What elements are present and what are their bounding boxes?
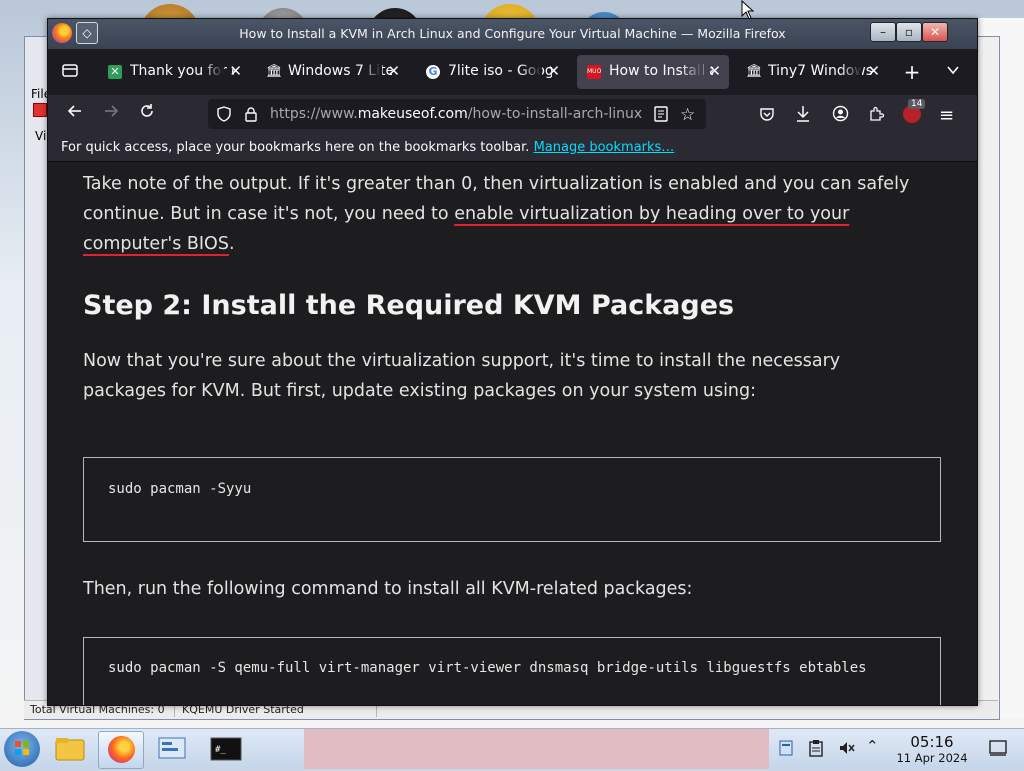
firefox-window: ◇ How to Install a KVM in Arch Linux and…	[47, 18, 978, 706]
close-window-button[interactable]: ✕	[922, 22, 948, 42]
archive-icon: 🏛	[746, 64, 763, 79]
taskbar-file-explorer[interactable]	[48, 731, 92, 767]
downloads-icon[interactable]	[795, 105, 811, 127]
manage-bookmarks-link[interactable]: Manage bookmarks…	[534, 140, 675, 155]
intro-paragraph: Take note of the output. If it's greater…	[83, 169, 923, 259]
url-text[interactable]: https://www.makeuseof.com/how-to-install…	[270, 106, 642, 122]
close-tab-icon[interactable]: ✕	[708, 62, 721, 80]
svg-text:#_: #_	[215, 745, 226, 755]
taskbar-control-panel[interactable]	[150, 731, 194, 767]
archive-icon: 🏛	[266, 64, 283, 79]
tab-strip: ✕ Thank you for d ✕ 🏛 Windows 7 Lite ✕ G…	[48, 49, 977, 95]
minimize-button[interactable]: –	[870, 22, 896, 42]
reload-icon	[141, 104, 153, 117]
clock-date: 11 Apr 2024	[896, 751, 968, 765]
tab-fade	[202, 61, 224, 83]
tab-thank-you[interactable]: ✕ Thank you for d ✕	[98, 55, 250, 89]
back-button[interactable]	[63, 103, 87, 125]
control-panel-icon	[158, 737, 186, 759]
reload-button[interactable]	[135, 103, 159, 125]
tab-7lite-iso[interactable]: G 7lite iso - Goog ✕	[416, 55, 568, 89]
background-stop-icon[interactable]	[33, 103, 47, 117]
windows-logo-icon	[15, 741, 29, 755]
taskbar-empty-area	[304, 729, 769, 769]
pocket-icon[interactable]	[759, 106, 775, 126]
hamburger-menu-icon[interactable]: ≡	[939, 105, 954, 126]
forward-button[interactable]	[99, 103, 123, 125]
url-domain: makeuseof.com	[357, 106, 468, 122]
bookmark-star-icon[interactable]: ☆	[680, 105, 695, 125]
code-line[interactable]: sudo pacman -S qemu-full virt-manager vi…	[108, 660, 867, 676]
paragraph-update: Now that you're sure about the virtualiz…	[83, 351, 841, 401]
chevron-down-icon	[947, 66, 959, 75]
background-side-label: Vi	[35, 129, 47, 143]
title-bar[interactable]: ◇ How to Install a KVM in Arch Linux and…	[48, 19, 977, 49]
folder-icon	[55, 738, 85, 761]
taskbar: #_ ⌃ 05:16 11 Apr 2024	[0, 728, 1024, 769]
code-line[interactable]: sudo pacman -Syyu	[108, 481, 251, 497]
url-path: /how-to-install-arch-linux	[467, 106, 642, 122]
start-button[interactable]	[4, 731, 40, 767]
terminal-icon: #_	[210, 737, 242, 761]
code-block-install[interactable]: sudo pacman -S qemu-full virt-manager vi…	[83, 637, 941, 705]
url-bar[interactable]: https://www.makeuseof.com/how-to-install…	[208, 99, 706, 129]
bookmarks-toolbar: For quick access, place your bookmarks h…	[48, 133, 977, 162]
chevron-up-icon[interactable]: ⌃	[866, 737, 879, 755]
code-block-update[interactable]: sudo pacman -Syyu	[83, 457, 941, 542]
muo-icon: MUO	[587, 65, 601, 79]
notifications-icon[interactable]	[988, 738, 1008, 762]
reader-view-icon[interactable]	[654, 106, 668, 126]
tracking-protection-icon[interactable]	[216, 106, 232, 126]
firefox-taskbar-icon	[108, 736, 135, 763]
forward-arrow-icon	[105, 105, 119, 117]
google-icon: G	[426, 65, 440, 79]
new-tab-button[interactable]: +	[900, 61, 924, 83]
tab-windows-7-lite[interactable]: 🏛 Windows 7 Lite ✕	[256, 55, 408, 89]
close-tab-icon[interactable]: ✕	[867, 62, 880, 80]
bookmarks-hint-text: For quick access, place your bookmarks h…	[61, 140, 530, 155]
extensions-icon[interactable]	[868, 105, 885, 126]
bookmarks-hint: For quick access, place your bookmarks h…	[61, 140, 674, 155]
paragraph-install: Then, run the following command to insta…	[83, 579, 693, 599]
tab-fade	[681, 61, 703, 83]
volume-muted-icon[interactable]	[838, 739, 856, 761]
back-arrow-icon	[67, 105, 81, 117]
account-icon[interactable]	[832, 105, 849, 126]
tray-clipboard-icon[interactable]	[808, 739, 824, 761]
tab-fade	[840, 61, 862, 83]
firefox-view-button[interactable]	[58, 61, 82, 83]
list-all-tabs-button[interactable]	[941, 61, 965, 83]
page-content: Take note of the output. If it's greater…	[48, 162, 977, 705]
close-tab-icon[interactable]: ✕	[387, 62, 400, 80]
tab-fade	[360, 61, 382, 83]
tab-tiny7-windows[interactable]: 🏛 Tiny7 Windows ✕	[736, 55, 888, 89]
lock-icon[interactable]	[244, 106, 258, 126]
intro-end: .	[228, 234, 235, 254]
mouse-cursor	[741, 0, 755, 24]
window-title: How to Install a KVM in Arch Linux and C…	[239, 26, 786, 41]
maximize-button[interactable]: ▫	[896, 22, 922, 42]
close-tab-icon[interactable]: ✕	[547, 62, 560, 80]
section-heading: Step 2: Install the Required KVM Package…	[83, 290, 735, 321]
navigation-bar: https://www.makeuseof.com/how-to-install…	[48, 95, 977, 133]
tab-how-to-install[interactable]: MUO How to Install a ✕	[577, 55, 729, 89]
clock-time: 05:16	[910, 733, 954, 751]
url-prefix: https://www.	[270, 106, 358, 122]
firefox-view-icon	[62, 64, 78, 77]
tab-fade	[520, 61, 542, 83]
green-x-icon: ✕	[108, 65, 122, 79]
close-tab-icon[interactable]: ✕	[229, 62, 242, 80]
tray-vm-icon[interactable]	[778, 739, 794, 761]
extension-badge: 14	[908, 99, 926, 109]
taskbar-clock[interactable]: 05:16 11 Apr 2024	[888, 733, 976, 765]
taskbar-firefox[interactable]	[98, 731, 144, 769]
taskbar-terminal[interactable]: #_	[203, 731, 247, 767]
